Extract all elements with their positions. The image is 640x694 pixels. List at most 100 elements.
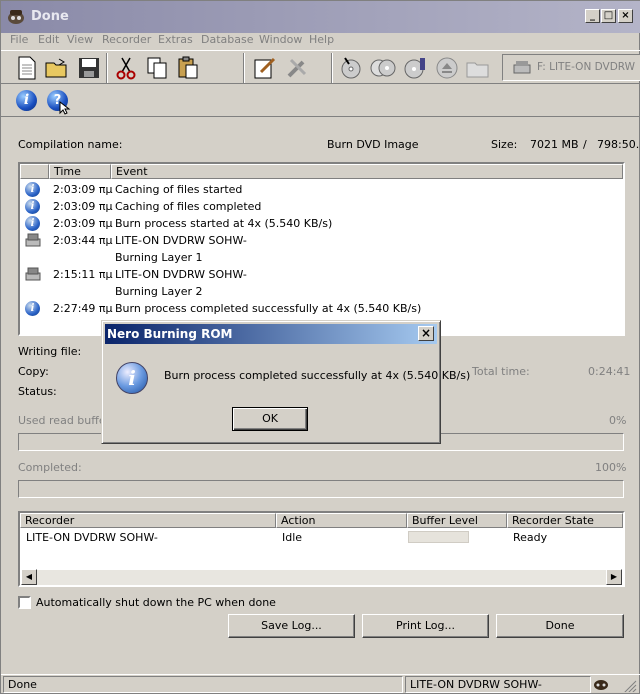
resize-grip-icon[interactable] (623, 680, 637, 692)
log-row[interactable]: 2:03:44 πμ LITE-ON DVDRW SOHW- (20, 232, 623, 249)
completed-fill (19, 481, 623, 497)
tools-icon[interactable] (283, 54, 311, 82)
size-separator: / (583, 138, 587, 151)
nero-tray-icon (594, 680, 608, 690)
total-time-value: 0:24:41 (588, 365, 631, 378)
auto-shutdown-label[interactable]: Automatically shut down the PC when done (36, 596, 276, 609)
recorder-state-column-header[interactable]: Recorder State (507, 513, 623, 528)
info-icon: i (25, 182, 40, 197)
drive-icon (25, 267, 41, 281)
log-time: 2:15:11 πμ (53, 268, 113, 281)
event-log[interactable]: Time Event i 2:03:09 πμ Caching of files s… (18, 162, 625, 336)
log-time: 2:03:09 πμ (53, 200, 113, 213)
dialog-title-bar[interactable]: Nero Burning ROM (105, 324, 437, 344)
info-icon: i (25, 199, 40, 214)
new-document-icon[interactable] (13, 54, 41, 82)
completed-value: 100% (595, 461, 627, 474)
drive-icon (513, 61, 531, 74)
menu-edit[interactable]: Edit (38, 33, 59, 46)
toolbar-separator (331, 53, 333, 83)
burn-disc-icon[interactable] (337, 54, 365, 82)
title-bar[interactable] (1, 1, 640, 33)
info-icon: i (25, 301, 40, 316)
status-label: Status: (18, 385, 57, 398)
save-log-button[interactable]: Save Log... (228, 614, 355, 638)
used-read-buffer-value: 0% (609, 414, 627, 427)
log-row[interactable]: i 2:03:09 πμ Caching of files started (20, 181, 623, 198)
menu-view[interactable]: View (67, 33, 93, 46)
minimize-button[interactable]: _ (585, 9, 600, 23)
main-window: Done _ □ × File Edit View Recorder Extra… (0, 0, 640, 694)
eject-icon[interactable] (433, 54, 461, 82)
completed-progress (18, 480, 624, 498)
open-folder-icon[interactable] (43, 54, 71, 82)
properties-icon[interactable] (251, 54, 279, 82)
maximize-button[interactable]: □ (601, 9, 616, 23)
size-time: 798:50.! (597, 138, 640, 151)
log-time-column-header[interactable]: Time (49, 164, 111, 179)
size-value: 7021 MB (530, 138, 579, 151)
log-row[interactable]: i 2:03:09 πμ Caching of files completed (20, 198, 623, 215)
menu-extras[interactable]: Extras (158, 33, 193, 46)
buffer-level-bar (408, 531, 469, 543)
dialog-ok-button[interactable]: OK (232, 407, 308, 431)
log-time: 2:27:49 πμ (53, 302, 113, 315)
log-event: Burning Layer 1 (115, 251, 203, 264)
auto-shutdown-checkbox[interactable] (18, 596, 31, 609)
log-row[interactable]: i 2:03:09 πμ Burn process started at 4x (5… (20, 215, 623, 232)
recorder-column-header[interactable]: Recorder (20, 513, 276, 528)
log-event: LITE-ON DVDRW SOHW- (115, 234, 247, 247)
dialog-title: Nero Burning ROM (107, 327, 233, 341)
menu-recorder[interactable]: Recorder (102, 33, 151, 46)
cut-icon[interactable] (112, 54, 140, 82)
log-time: 2:03:09 πμ (53, 217, 113, 230)
log-time: 2:03:09 πμ (53, 183, 113, 196)
toolbar-separator (106, 53, 108, 83)
save-disk-icon[interactable] (75, 54, 103, 82)
log-event-column-header[interactable]: Event (111, 164, 623, 179)
menu-help[interactable]: Help (309, 33, 334, 46)
scroll-left-arrow[interactable]: ◀ (21, 569, 37, 585)
toolbar-separator (243, 53, 245, 83)
compilation-name-label: Compilation name: (18, 138, 123, 151)
buffer-level-column-header[interactable]: Buffer Level (407, 513, 507, 528)
used-read-buffer-label: Used read buffer: (18, 414, 114, 427)
paste-icon[interactable] (174, 54, 202, 82)
log-icon-column-header[interactable] (20, 164, 49, 179)
help-toolbar (1, 85, 640, 117)
log-event: Caching of files started (115, 183, 243, 196)
log-time: 2:03:44 πμ (53, 234, 113, 247)
print-log-button[interactable]: Print Log... (362, 614, 489, 638)
log-event: Burning Layer 2 (115, 285, 203, 298)
log-row[interactable]: i 2:27:49 πμ Burn process completed succes… (20, 300, 623, 317)
copy-icon[interactable] (143, 54, 171, 82)
menu-window[interactable]: Window (259, 33, 302, 46)
log-row[interactable]: Burning Layer 2 (20, 283, 623, 300)
copy-disc-icon[interactable] (369, 54, 397, 82)
horizontal-scrollbar-track[interactable] (37, 570, 606, 585)
log-row[interactable]: Burning Layer 1 (20, 249, 623, 266)
drive-selector-label: F: LITE-ON DVDRW (537, 61, 636, 73)
recorder-state: Ready (513, 531, 548, 544)
action-column-header[interactable]: Action (276, 513, 407, 528)
dialog-close-button[interactable]: × (418, 326, 434, 341)
log-event: LITE-ON DVDRW SOHW- (115, 268, 247, 281)
log-row[interactable]: 2:15:11 πμ LITE-ON DVDRW SOHW- (20, 266, 623, 283)
info-help-icon[interactable]: i (16, 90, 37, 111)
recorder-list[interactable]: Recorder Action Buffer Level Recorder St… (18, 511, 625, 587)
close-button[interactable]: × (618, 9, 633, 23)
scroll-right-arrow[interactable]: ▶ (606, 569, 622, 585)
menu-database[interactable]: Database (201, 33, 254, 46)
recorder-name[interactable]: LITE-ON DVDRW SOHW- (26, 531, 158, 544)
menu-file[interactable]: File (10, 33, 28, 46)
window-title: Done (31, 9, 69, 24)
dialog-message: Burn process completed successfully at 4… (164, 369, 471, 382)
browse-folder-icon[interactable] (464, 54, 492, 82)
done-button[interactable]: Done (496, 614, 624, 638)
writing-file-label: Writing file: (18, 345, 82, 358)
cursor-icon (59, 101, 71, 115)
disc-info-icon[interactable] (401, 54, 429, 82)
statusbar-text: Done (3, 676, 403, 693)
completion-dialog: Nero Burning ROM × i Burn process comple… (101, 320, 470, 444)
total-time-label: Total time: (472, 365, 530, 378)
